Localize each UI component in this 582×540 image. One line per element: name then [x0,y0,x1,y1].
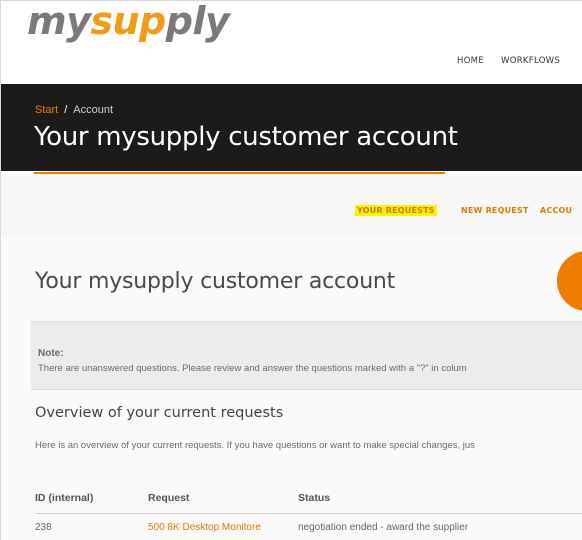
page-hero: Start / Account Your mysupply customer acc… [1,84,582,175]
page-title: Your mysupply customer account [35,269,396,294]
cell-id: 238 [35,522,52,533]
main-navigation: HOME WORKFLOWS [457,50,577,68]
unanswered-questions-note: Note: There are unanswered questions. Pl… [31,321,582,390]
cell-status: negotiation ended - award the supplier [298,522,469,533]
overview-title: Overview of your current requests [35,405,284,421]
cell-request-link[interactable]: 500 8K Desktop Monitore [148,522,261,533]
subnav-new-request[interactable]: NEW REQUEST [461,206,529,215]
account-subnav: YOUR REQUESTS NEW REQUEST ACCOU [1,174,582,236]
browser-viewport: mysupply HOME WORKFLOWS Start / Account You… [0,0,582,540]
nav-item-home[interactable]: HOME [457,56,484,66]
overview-text: Here is an overview of your current requ… [35,440,475,451]
hero-title: Your mysupply customer account [34,122,458,152]
note-label: Note: [38,348,64,359]
breadcrumb: Start / Account [35,104,113,116]
column-header-status: Status [298,492,331,504]
note-text: There are unanswered questions. Please r… [38,363,467,374]
nav-item-workflows[interactable]: WORKFLOWS [501,56,560,66]
breadcrumb-start-link[interactable]: Start [35,104,58,116]
column-header-request: Request [148,492,190,504]
site-header: mysupply HOME WORKFLOWS [1,1,582,84]
mysupply-logo[interactable]: mysupply [27,1,230,47]
breadcrumb-current: Account [73,104,114,116]
subnav-your-requests[interactable]: YOUR REQUESTS [355,205,437,216]
table-row: 238 500 8K Desktop Monitore negotiation … [35,514,582,540]
subnav-account[interactable]: ACCOU [540,206,572,215]
column-header-id: ID (internal) [35,492,94,504]
breadcrumb-separator: / [64,104,68,116]
table-header: ID (internal) Request Status [35,483,582,514]
